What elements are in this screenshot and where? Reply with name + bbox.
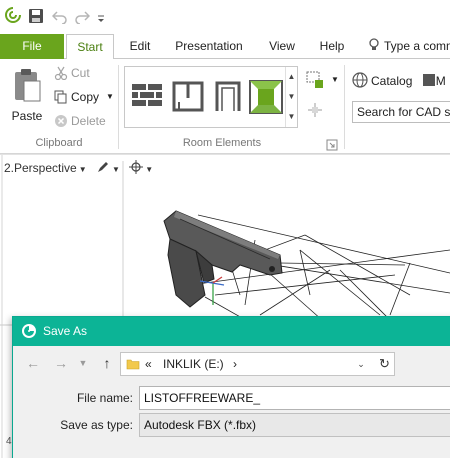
- file-name-row: File name: LISTOFFREEWARE_: [13, 386, 450, 410]
- tab-edit[interactable]: Edit: [120, 34, 160, 59]
- pistol-model[interactable]: [163, 210, 283, 308]
- viewport-title[interactable]: 2.Perspective: [4, 161, 77, 175]
- app-logo-icon: [5, 7, 21, 23]
- up-arrow-icon[interactable]: ↑: [97, 353, 117, 373]
- catalog-button[interactable]: Catalog M: [352, 71, 446, 91]
- save-type-label: Save as type:: [60, 418, 133, 432]
- recent-locations-icon[interactable]: ▼: [73, 353, 93, 373]
- tell-me-search[interactable]: Type a comm: [368, 34, 450, 59]
- tab-file[interactable]: File: [0, 34, 64, 59]
- catalog-globe-icon: [352, 72, 368, 88]
- navigation-target-icon[interactable]: [129, 160, 144, 174]
- room-elements-gallery: ▲ ▼ ▼: [124, 66, 298, 128]
- gallery-down-icon[interactable]: ▼: [286, 87, 297, 107]
- wall-icon[interactable]: [131, 80, 165, 114]
- ribbon-panel: Paste Cut Copy ▼ Delete Clipboard ▲ ▼ ▼ …: [0, 59, 450, 154]
- back-arrow-icon[interactable]: ←: [23, 353, 43, 373]
- ribbon-tabs: File Start Edit Presentation View Help T…: [0, 34, 450, 60]
- save-type-select[interactable]: Autodesk FBX (*.fbx): [139, 413, 450, 437]
- undo-icon[interactable]: [52, 8, 68, 24]
- selection-dropdown-icon[interactable]: ▼: [331, 75, 339, 84]
- catalog-label: Catalog: [371, 74, 413, 88]
- save-icon[interactable]: [28, 8, 44, 24]
- library-label: M: [435, 74, 446, 88]
- group-expand-icon[interactable]: [326, 139, 338, 151]
- forward-arrow-icon[interactable]: →: [51, 353, 71, 373]
- folder-icon: [126, 359, 140, 370]
- dialog-app-icon: [22, 324, 36, 338]
- navigation-dropdown-icon[interactable]: ▼: [145, 165, 153, 174]
- library-icon: [422, 74, 435, 86]
- room-elements-group-label: Room Elements: [182, 137, 262, 149]
- floor-icon[interactable]: [249, 80, 283, 114]
- copy-dropdown-icon[interactable]: ▼: [106, 87, 114, 107]
- gallery-more-icon[interactable]: ▼: [286, 107, 297, 127]
- ribbon-divider: [118, 65, 119, 149]
- copy-label: Copy: [71, 90, 100, 104]
- scissors-icon: [54, 66, 68, 80]
- breadcrumb-overflow[interactable]: «: [145, 353, 152, 375]
- breadcrumb-drive[interactable]: INKLIK (E:): [163, 353, 224, 375]
- selection-grid-icon[interactable]: [306, 71, 324, 89]
- paste-label: Paste: [11, 109, 43, 123]
- clipboard-icon: [15, 69, 41, 102]
- dialog-title: Save As: [43, 324, 88, 338]
- clipboard-group-label: Clipboard: [35, 137, 83, 149]
- door-frame-icon[interactable]: [211, 80, 245, 114]
- quick-access-toolbar: [0, 0, 450, 34]
- viewport-side-mark: 4: [6, 436, 12, 447]
- save-type-row: Save as type: Autodesk FBX (*.fbx): [13, 413, 450, 437]
- transform-icon[interactable]: [306, 101, 324, 119]
- dialog-navigation: ← → ▼ ↑ « INKLIK (E:) › ⌄ ↻: [13, 347, 450, 381]
- tab-presentation[interactable]: Presentation: [166, 34, 252, 59]
- customize-dropdown-icon[interactable]: [96, 11, 106, 27]
- paste-button[interactable]: Paste: [6, 65, 48, 127]
- tab-help[interactable]: Help: [312, 34, 352, 59]
- address-bar[interactable]: « INKLIK (E:) › ⌄: [120, 352, 392, 376]
- pen-tool-icon[interactable]: [96, 160, 110, 174]
- viewport-dropdown-icon[interactable]: ▼: [79, 165, 87, 174]
- tab-start[interactable]: Start: [66, 34, 114, 60]
- redo-icon[interactable]: [74, 8, 90, 24]
- tell-me-label: Type a comm: [384, 39, 450, 53]
- pen-dropdown-icon[interactable]: ▼: [112, 165, 120, 174]
- viewport-header: 2.Perspective ▼ ▼ ▼: [4, 159, 153, 177]
- gallery-scrollbar[interactable]: ▲ ▼ ▼: [285, 67, 297, 127]
- file-name-input[interactable]: LISTOFFREEWARE_: [139, 386, 450, 410]
- file-name-label: File name:: [76, 391, 133, 405]
- delete-icon: [55, 115, 67, 127]
- lightbulb-icon: [369, 38, 379, 50]
- delete-label: Delete: [71, 114, 106, 128]
- cad-symbol-search-input[interactable]: Search for CAD sy: [352, 101, 450, 123]
- room-plan-icon[interactable]: [171, 80, 205, 114]
- gallery-up-icon[interactable]: ▲: [286, 67, 297, 87]
- address-dropdown-icon[interactable]: ⌄: [353, 353, 369, 375]
- dialog-titlebar[interactable]: Save As: [13, 317, 450, 346]
- ribbon-divider: [344, 65, 345, 149]
- save-as-dialog: Save As ← → ▼ ↑ « INKLIK (E:) › ⌄ ↻ File…: [12, 316, 450, 458]
- copy-icon: [54, 90, 67, 104]
- refresh-icon[interactable]: ↻: [375, 352, 395, 376]
- tab-view[interactable]: View: [262, 34, 302, 59]
- cut-label: Cut: [71, 66, 90, 80]
- breadcrumb-separator[interactable]: ›: [233, 353, 237, 375]
